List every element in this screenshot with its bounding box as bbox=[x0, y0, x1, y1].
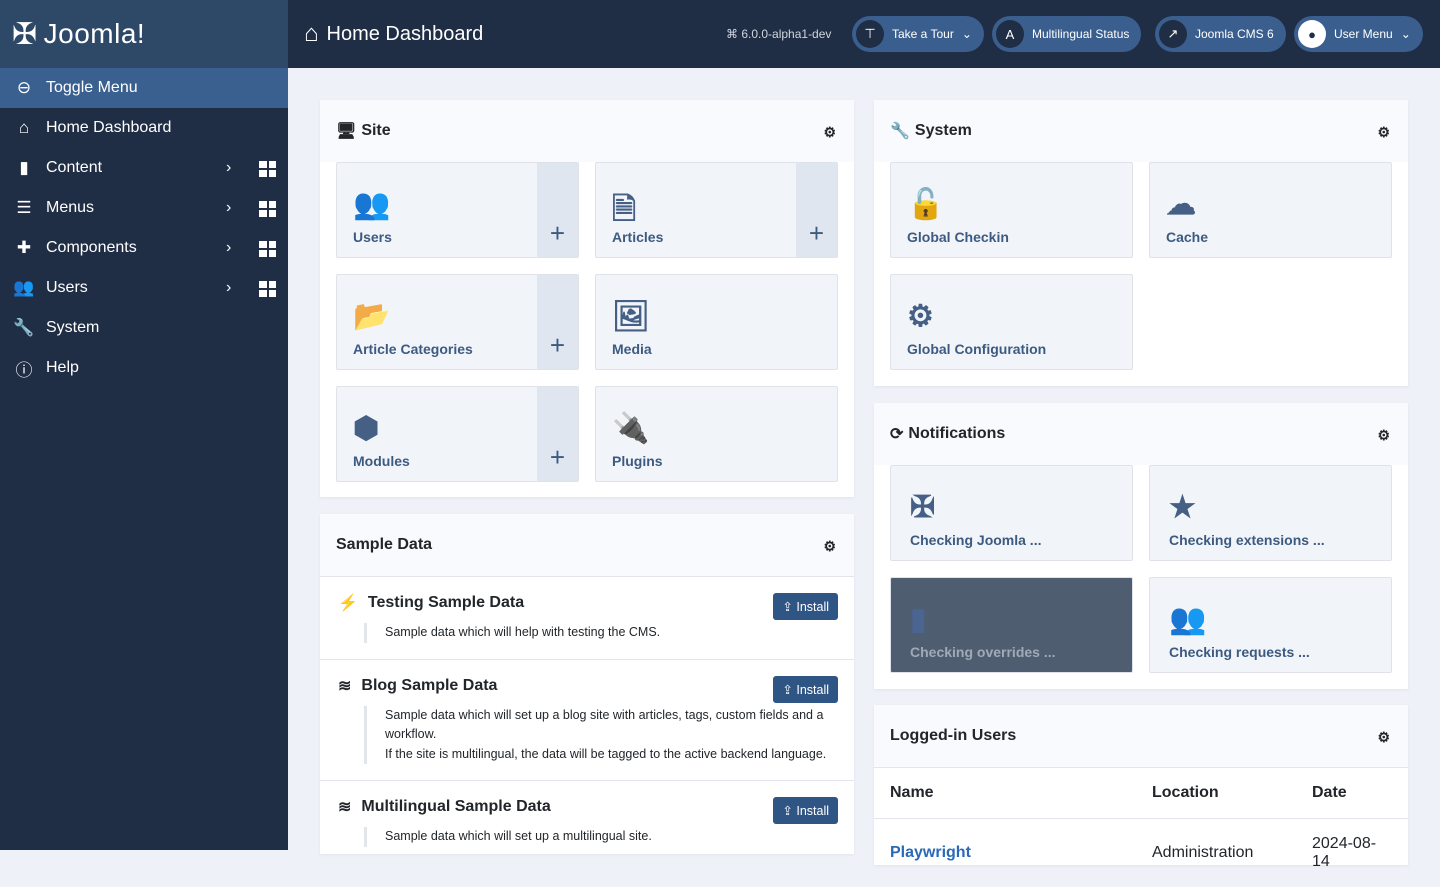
dashboard-grid-icon[interactable] bbox=[259, 281, 276, 297]
tile-checking-extensions[interactable]: ★Checking extensions ... bbox=[1149, 465, 1392, 561]
tile-article-categories[interactable]: 📂Article Categories+ bbox=[336, 274, 579, 370]
logged-in-users-table: NameLocationDate PlaywrightAdministratio… bbox=[874, 767, 1408, 887]
chevron-down-icon: ⌄ bbox=[1401, 27, 1411, 41]
plug-icon: 🔌 bbox=[612, 411, 649, 446]
version-label: ⌘ 6.0.0-alpha1-dev bbox=[726, 27, 831, 41]
system-module: 🔧System⚙ 🔓Global Checkin ☁Cache ⚙Global … bbox=[874, 100, 1408, 386]
cog-icon: ⚙ bbox=[907, 299, 934, 334]
cloud-icon: ☁ bbox=[1166, 187, 1196, 222]
sidebar-item-home-dashboard[interactable]: ⌂Home Dashboard bbox=[0, 108, 288, 148]
sidebar-item-system[interactable]: 🔧System bbox=[0, 308, 288, 348]
home-icon: ⌂ bbox=[12, 118, 36, 138]
tile-plugins[interactable]: 🔌Plugins bbox=[595, 386, 838, 482]
table-row: PlaywrightAdministration2024-08-14 bbox=[874, 819, 1408, 887]
dashboard-grid-icon[interactable] bbox=[259, 161, 276, 177]
users-icon: 👥 bbox=[12, 278, 36, 298]
wrench-icon: 🔧 bbox=[890, 121, 910, 141]
wifi-icon: ≋ bbox=[338, 797, 351, 817]
install-button[interactable]: ⇪ Install bbox=[773, 676, 838, 703]
star-icon: ★ bbox=[1169, 490, 1196, 525]
wrench-icon: 🔧 bbox=[12, 318, 36, 338]
multilingual-status-button[interactable]: AMultilingual Status bbox=[992, 16, 1141, 52]
wifi-icon: ≋ bbox=[338, 676, 351, 696]
list-icon: ☰ bbox=[12, 198, 36, 218]
module-options-gear-icon[interactable]: ⚙ bbox=[823, 538, 836, 555]
module-options-gear-icon[interactable]: ⚙ bbox=[1377, 124, 1390, 141]
toggle-icon: ⊖ bbox=[12, 78, 36, 98]
image-icon: 🖼 bbox=[612, 299, 650, 334]
bolt-icon: ⚡ bbox=[338, 593, 358, 613]
file-icon: ▮ bbox=[910, 602, 927, 637]
joomla-cms-button[interactable]: ↗Joomla CMS 6 bbox=[1155, 16, 1286, 52]
folder-open-icon: 📂 bbox=[353, 299, 390, 334]
add-user-button[interactable]: + bbox=[537, 163, 578, 257]
module-options-gear-icon[interactable]: ⚙ bbox=[1377, 729, 1390, 746]
users-icon: 👥 bbox=[353, 187, 390, 222]
tile-checking-requests[interactable]: 👥Checking requests ... bbox=[1149, 577, 1392, 673]
tile-media[interactable]: 🖼Media bbox=[595, 274, 838, 370]
joomla-logo[interactable]: ✠Joomla! bbox=[0, 0, 288, 68]
sidebar: ✠Joomla! ⊖Toggle Menu ⌂Home Dashboard ▮C… bbox=[0, 0, 288, 850]
add-article-button[interactable]: + bbox=[796, 163, 837, 257]
desktop-icon: 🖥 bbox=[336, 121, 356, 141]
tile-global-checkin[interactable]: 🔓Global Checkin bbox=[890, 162, 1133, 258]
signpost-icon: ⊤ bbox=[856, 20, 884, 48]
user-menu-button[interactable]: ●User Menu⌄ bbox=[1294, 16, 1423, 52]
joomla-icon: ✠ bbox=[910, 490, 935, 525]
user-link[interactable]: Playwright bbox=[890, 844, 971, 861]
cube-icon: ⬢ bbox=[353, 411, 379, 446]
file-icon: ▮ bbox=[12, 158, 36, 178]
install-button[interactable]: ⇪ Install bbox=[773, 593, 838, 620]
tile-global-configuration[interactable]: ⚙Global Configuration bbox=[890, 274, 1133, 370]
joomla-logo-icon: ✠ bbox=[12, 17, 38, 52]
dashboard-grid-icon[interactable] bbox=[259, 241, 276, 257]
tile-cache[interactable]: ☁Cache bbox=[1149, 162, 1392, 258]
sidebar-item-content[interactable]: ▮Content› bbox=[0, 148, 288, 188]
sidebar-item-components[interactable]: ✚Components› bbox=[0, 228, 288, 268]
chevron-right-icon[interactable]: › bbox=[226, 199, 231, 217]
sample-data-item: ≋Blog Sample Data Sample data which will… bbox=[320, 659, 854, 781]
add-module-button[interactable]: + bbox=[537, 387, 578, 481]
sidebar-item-menus[interactable]: ☰Menus› bbox=[0, 188, 288, 228]
logged-in-users-module: Logged-in Users⚙ NameLocationDate Playwr… bbox=[874, 705, 1408, 865]
header: ⌂ Home Dashboard ⌘ 6.0.0-alpha1-dev ⊤Take… bbox=[288, 0, 1440, 68]
install-button[interactable]: ⇪ Install bbox=[773, 797, 838, 824]
page-title: Home Dashboard bbox=[327, 23, 484, 46]
tile-checking-overrides[interactable]: ▮Checking overrides ... bbox=[890, 577, 1133, 673]
sample-data-module: Sample Data⚙ ⚡Testing Sample Data Sample… bbox=[320, 514, 854, 854]
sidebar-item-help[interactable]: ⓘHelp bbox=[0, 348, 288, 388]
external-link-icon: ↗ bbox=[1159, 20, 1187, 48]
sync-icon: ⟳ bbox=[890, 424, 903, 444]
take-a-tour-button[interactable]: ⊤Take a Tour⌄ bbox=[852, 16, 984, 52]
sample-data-item: ⚡Testing Sample Data Sample data which w… bbox=[320, 576, 854, 659]
home-icon: ⌂ bbox=[304, 20, 319, 48]
chevron-down-icon: ⌄ bbox=[962, 27, 972, 41]
sidebar-toggle-menu[interactable]: ⊖Toggle Menu bbox=[0, 68, 288, 108]
notifications-module: ⟳Notifications⚙ ✠Checking Joomla ... ★Ch… bbox=[874, 403, 1408, 689]
info-icon: ⓘ bbox=[12, 356, 36, 381]
unlock-icon: 🔓 bbox=[907, 187, 944, 222]
module-options-gear-icon[interactable]: ⚙ bbox=[823, 124, 836, 141]
chevron-right-icon[interactable]: › bbox=[226, 239, 231, 257]
sidebar-item-users[interactable]: 👥Users› bbox=[0, 268, 288, 308]
user-icon: ● bbox=[1298, 20, 1326, 48]
chevron-right-icon[interactable]: › bbox=[226, 279, 231, 297]
add-category-button[interactable]: + bbox=[537, 275, 578, 369]
tile-modules[interactable]: ⬢Modules+ bbox=[336, 386, 579, 482]
language-icon: A bbox=[996, 20, 1024, 48]
site-module: 🖥Site⚙ 👥Users+ 🗎Articles+ 📂Article Categ… bbox=[320, 100, 854, 497]
module-options-gear-icon[interactable]: ⚙ bbox=[1377, 427, 1390, 444]
chevron-right-icon[interactable]: › bbox=[226, 159, 231, 177]
sample-data-item: ≋Multilingual Sample Data Sample data wh… bbox=[320, 780, 854, 863]
puzzle-icon: ✚ bbox=[12, 238, 36, 258]
tile-articles[interactable]: 🗎Articles+ bbox=[595, 162, 838, 258]
tile-checking-joomla[interactable]: ✠Checking Joomla ... bbox=[890, 465, 1133, 561]
tile-users[interactable]: 👥Users+ bbox=[336, 162, 579, 258]
users-icon: 👥 bbox=[1169, 602, 1206, 637]
dashboard-grid-icon[interactable] bbox=[259, 201, 276, 217]
